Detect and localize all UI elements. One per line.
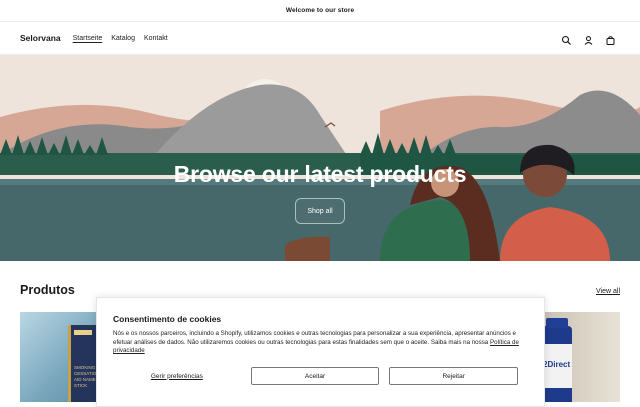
cookie-text: Nós e os nossos parceiros, incluindo a S… bbox=[113, 330, 528, 356]
view-all-link[interactable]: View all bbox=[596, 288, 620, 295]
header-icons bbox=[561, 33, 616, 45]
manage-preferences-link[interactable]: Gerir preferências bbox=[113, 367, 241, 385]
bottle-label-text: 2Direct bbox=[543, 360, 571, 369]
nav-catalog[interactable]: Katalog bbox=[111, 35, 135, 42]
box-label-strip bbox=[74, 330, 92, 335]
hero-title: Browse our latest products bbox=[173, 161, 467, 187]
product-box-text: SMOKING CESSATION AID NAMELESS STICK bbox=[74, 365, 98, 388]
cookie-body: Nós e os nossos parceiros, incluindo a S… bbox=[113, 330, 516, 346]
search-icon[interactable] bbox=[561, 33, 572, 45]
cart-icon[interactable] bbox=[605, 33, 616, 45]
hero-banner: Browse our latest products Shop all bbox=[0, 55, 640, 261]
shop-all-button[interactable]: Shop all bbox=[295, 198, 345, 224]
accept-button[interactable]: Aceitar bbox=[250, 367, 380, 385]
announcement-text: Welcome to our store bbox=[285, 7, 355, 14]
hero-illustration bbox=[0, 55, 640, 261]
product-bottle: 2Direct bbox=[542, 318, 572, 402]
reject-button[interactable]: Rejeitar bbox=[389, 367, 519, 385]
account-icon[interactable] bbox=[583, 33, 594, 45]
bottle-cap bbox=[546, 318, 568, 328]
bottle-label: 2Direct bbox=[542, 344, 572, 388]
product-card-image[interactable]: SMOKING CESSATION AID NAMELESS STICK bbox=[20, 312, 98, 402]
store-logo[interactable]: Selorvana bbox=[20, 33, 61, 43]
product-box: SMOKING CESSATION AID NAMELESS STICK bbox=[68, 325, 98, 402]
site-header: Selorvana Startseite Katalog Kontakt bbox=[0, 22, 640, 55]
nav-contact[interactable]: Kontakt bbox=[144, 35, 168, 42]
cookie-consent-dialog: Consentimento de cookies Nós e os nossos… bbox=[96, 297, 545, 407]
announcement-bar: Welcome to our store bbox=[0, 0, 640, 22]
nav-home[interactable]: Startseite bbox=[73, 35, 103, 42]
cookie-title: Consentimento de cookies bbox=[113, 314, 222, 324]
main-nav: Startseite Katalog Kontakt bbox=[73, 35, 168, 42]
product-card-image[interactable]: 2Direct bbox=[540, 312, 620, 402]
section-title: Produtos bbox=[20, 283, 75, 297]
cookie-actions: Gerir preferências Aceitar Rejeitar bbox=[113, 367, 519, 385]
